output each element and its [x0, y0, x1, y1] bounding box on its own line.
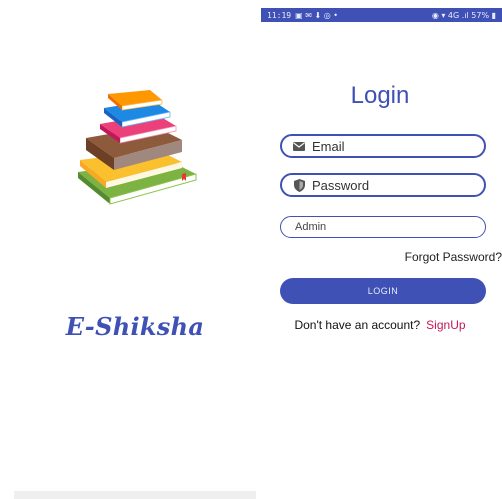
password-placeholder: Password: [312, 177, 370, 193]
email-placeholder: Email: [312, 138, 345, 154]
role-value: Admin: [295, 221, 327, 233]
password-field[interactable]: Password: [280, 173, 486, 197]
system-status-icons: ◉ ▾ 4G .ıl 57% ▮: [431, 10, 496, 20]
no-account-text: Don't have an account?: [294, 318, 421, 332]
mail-icon: [292, 139, 306, 153]
email-field[interactable]: Email: [280, 134, 486, 158]
books-stack-icon: [78, 90, 197, 205]
signup-link[interactable]: SignUp: [426, 318, 465, 332]
splash-screen: E-Shiksha: [0, 0, 258, 499]
app-brand-name: E-Shiksha: [65, 312, 205, 341]
notification-icons: ▣ ✉ ⬇ ◎ •: [295, 10, 338, 20]
status-bar: 11:19 ▣ ✉ ⬇ ◎ • ◉ ▾ 4G .ıl 57% ▮: [261, 8, 502, 22]
page-title: Login: [350, 82, 410, 109]
forgot-password-link[interactable]: Forgot Password?: [405, 250, 502, 264]
login-screen: 11:19 ▣ ✉ ⬇ ◎ • ◉ ▾ 4G .ıl 57% ▮ Login E…: [258, 0, 502, 499]
status-bar-left: 11:19 ▣ ✉ ⬇ ◎ •: [267, 11, 338, 20]
role-select[interactable]: Admin: [280, 216, 486, 238]
shield-icon: [292, 178, 306, 192]
login-button[interactable]: LOGIN: [280, 278, 486, 304]
splash-bottom-bar: [14, 491, 256, 499]
status-bar-right: ◉ ▾ 4G .ıl 57% ▮: [432, 11, 496, 20]
signup-prompt: Don't have an account? SignUp: [258, 318, 502, 332]
status-time: 11:19: [267, 10, 292, 20]
